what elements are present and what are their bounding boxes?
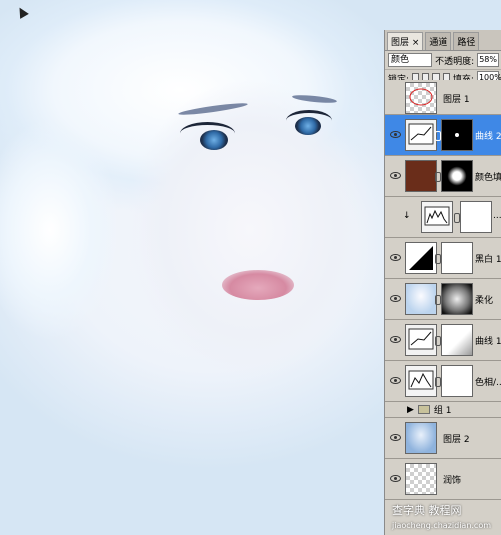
layer-row[interactable]: 柔化 <box>385 279 501 320</box>
curves-adjustment-icon <box>405 324 437 356</box>
layer-thumbnail <box>405 463 437 495</box>
hue-saturation-adjustment-icon <box>405 365 437 397</box>
folder-icon <box>417 405 430 414</box>
ellipse-outline-icon <box>409 88 433 106</box>
mask-thumbnail <box>460 201 492 233</box>
layer-row[interactable]: 润饰 <box>385 459 501 500</box>
mask-thumbnail <box>441 160 473 192</box>
opacity-label: 不透明度: <box>435 56 475 67</box>
black-white-adjustment-icon <box>405 242 437 274</box>
layers-panel: 图层 × 通道 路径 颜色 不透明度: 58% 锁定: 填充: 100% 图层 … <box>384 30 501 535</box>
eye-icon <box>390 475 401 482</box>
tab-channels[interactable]: 通道 <box>425 32 452 50</box>
watermark-sub: 教程网 <box>428 504 462 517</box>
visibility-toggle[interactable] <box>390 361 401 401</box>
visibility-toggle[interactable] <box>390 115 401 155</box>
layer-name: ... <box>493 211 501 221</box>
layer-name: 曲线 1 <box>475 337 501 347</box>
eye-icon <box>390 172 401 179</box>
left-eye <box>200 130 228 150</box>
eye-icon <box>390 131 401 138</box>
watermark-text: 查字典 <box>392 504 425 517</box>
visibility-toggle[interactable] <box>390 459 401 499</box>
eye-icon <box>390 336 401 343</box>
face <box>125 80 375 380</box>
layer-name: 曲线 2 <box>475 132 501 142</box>
layer-name: 色相/... <box>475 378 501 388</box>
tab-paths[interactable]: 路径 <box>453 32 480 50</box>
layer-row[interactable]: 色相/... <box>385 361 501 402</box>
photo-thumbnail <box>405 283 437 315</box>
eye-icon <box>390 254 401 261</box>
layer-row[interactable]: 颜色填... <box>385 156 501 197</box>
visibility-toggle[interactable] <box>390 320 401 360</box>
layer-row[interactable]: 图层 2 <box>385 418 501 459</box>
blend-mode-select[interactable]: 颜色 <box>388 53 433 67</box>
layer-name: 图层 2 <box>443 435 470 445</box>
lips <box>222 270 294 300</box>
watermark-url: jiaocheng.chazidian.com <box>392 521 492 530</box>
color-fill-swatch <box>405 160 437 192</box>
eye-icon <box>390 295 401 302</box>
group-name: 组 1 <box>433 406 452 416</box>
curves-adjustment-icon <box>405 119 437 151</box>
layer-name: 柔化 <box>475 296 494 306</box>
mask-thumbnail <box>441 365 473 397</box>
watermark: 查字典 教程网 jiaocheng.chazidian.com <box>392 502 491 531</box>
layer-row[interactable]: 图层 1 <box>385 80 501 115</box>
layer-row[interactable]: 曲线 1 <box>385 320 501 361</box>
levels-adjustment-icon <box>421 201 453 233</box>
visibility-toggle[interactable] <box>390 238 401 278</box>
layer-row-selected[interactable]: 曲线 2 <box>385 115 501 156</box>
expand-arrow-icon[interactable]: ▶ <box>407 405 414 415</box>
opacity-input[interactable]: 58% <box>477 53 499 67</box>
right-eye <box>295 117 321 135</box>
photo-thumbnail <box>405 422 437 454</box>
fur-side <box>0 120 120 340</box>
mask-thumbnail <box>441 242 473 274</box>
layer-name: 图层 1 <box>443 95 470 105</box>
layer-name: 润饰 <box>443 476 462 486</box>
layer-group-row[interactable]: ▶ 组 1 <box>385 402 501 418</box>
layers-list: 图层 1 曲线 2 颜色填... ↓ <box>385 80 501 535</box>
visibility-toggle[interactable] <box>390 279 401 319</box>
blend-row: 颜色 不透明度: 58% <box>385 51 501 70</box>
mask-thumbnail <box>441 119 473 151</box>
layer-row[interactable]: ↓ ... <box>385 197 501 238</box>
eye-icon <box>390 434 401 441</box>
layer-name: 黑白 1 <box>475 255 501 265</box>
clip-arrow-icon: ↓ <box>403 211 411 221</box>
visibility-toggle[interactable] <box>390 418 401 458</box>
panel-tabs: 图层 × 通道 路径 <box>385 30 501 51</box>
tab-layers[interactable]: 图层 × <box>387 32 424 50</box>
mask-thumbnail <box>441 283 473 315</box>
layer-row[interactable]: 黑白 1 <box>385 238 501 279</box>
layer-thumbnail <box>405 82 437 114</box>
eye-icon <box>390 377 401 384</box>
visibility-toggle[interactable] <box>390 156 401 196</box>
layer-name: 颜色填... <box>475 173 501 183</box>
mask-thumbnail <box>441 324 473 356</box>
